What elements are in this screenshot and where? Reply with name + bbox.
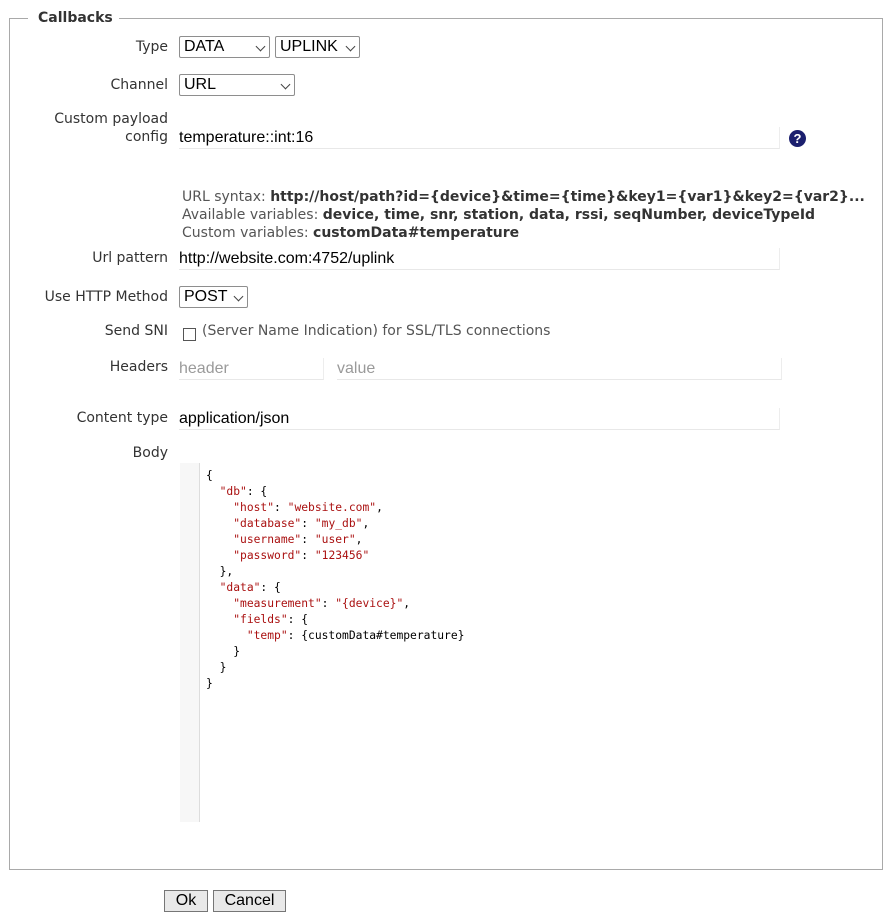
custom-variables-line: Custom variables: customData#temperature (182, 224, 519, 242)
header-name-input[interactable]: header (179, 358, 324, 380)
available-variables-line: Available variables: device, time, snr, … (182, 206, 815, 224)
http-method-label: Use HTTP Method (44, 289, 168, 305)
channel-select[interactable]: URL (179, 74, 295, 96)
chevron-down-icon (255, 41, 266, 52)
headers-label: Headers (109, 359, 168, 375)
url-pattern-input[interactable]: http://website.com:4752/uplink (179, 248, 780, 270)
chevron-down-icon (233, 291, 244, 302)
type-label: Type (135, 39, 168, 55)
available-variables-value: device, time, snr, station, data, rssi, … (322, 207, 816, 223)
question-circle-icon[interactable]: ? (789, 130, 806, 147)
http-method-select[interactable]: POST (179, 286, 248, 308)
type-select[interactable]: DATA (179, 36, 270, 58)
ok-button[interactable]: Ok (164, 890, 208, 912)
url-syntax-value: http://host/path?id={device}&time={time}… (270, 189, 865, 205)
custom-payload-label-line1: Custom payload (54, 111, 168, 127)
callbacks-legend: Callbacks (38, 10, 113, 26)
custom-payload-label-line2: config (125, 129, 168, 145)
send-sni-text: (Server Name Indication) for SSL/TLS con… (202, 323, 551, 339)
body-code: { "db": { "host": "website.com", "databa… (206, 469, 465, 690)
custom-variables-value: customData#temperature (313, 225, 520, 241)
url-syntax-label: URL syntax: (182, 189, 266, 205)
cancel-button[interactable]: Cancel (213, 890, 286, 912)
http-method-select-value: POST (184, 288, 228, 305)
body-editor[interactable]: { "db": { "host": "website.com", "databa… (180, 463, 872, 822)
url-pattern-label: Url pattern (92, 250, 168, 266)
available-variables-label: Available variables: (182, 207, 319, 223)
channel-select-value: URL (184, 76, 217, 93)
direction-select[interactable]: UPLINK (275, 36, 360, 58)
send-sni-checkbox[interactable] (183, 328, 196, 341)
custom-variables-label: Custom variables: (182, 225, 309, 241)
url-syntax-line: URL syntax: http://host/path?id={device}… (182, 188, 865, 206)
header-value-input[interactable]: value (337, 358, 782, 380)
direction-select-value: UPLINK (280, 38, 338, 55)
content-type-label: Content type (76, 410, 168, 426)
send-sni-label: Send SNI (104, 323, 168, 339)
content-type-input[interactable]: application/json (179, 408, 780, 430)
custom-payload-input[interactable]: temperature::int:16 (179, 127, 780, 149)
chevron-down-icon (280, 79, 291, 90)
body-label: Body (132, 445, 168, 461)
type-select-value: DATA (184, 38, 225, 55)
chevron-down-icon (345, 41, 356, 52)
channel-label: Channel (110, 77, 168, 93)
editor-gutter (180, 463, 200, 822)
